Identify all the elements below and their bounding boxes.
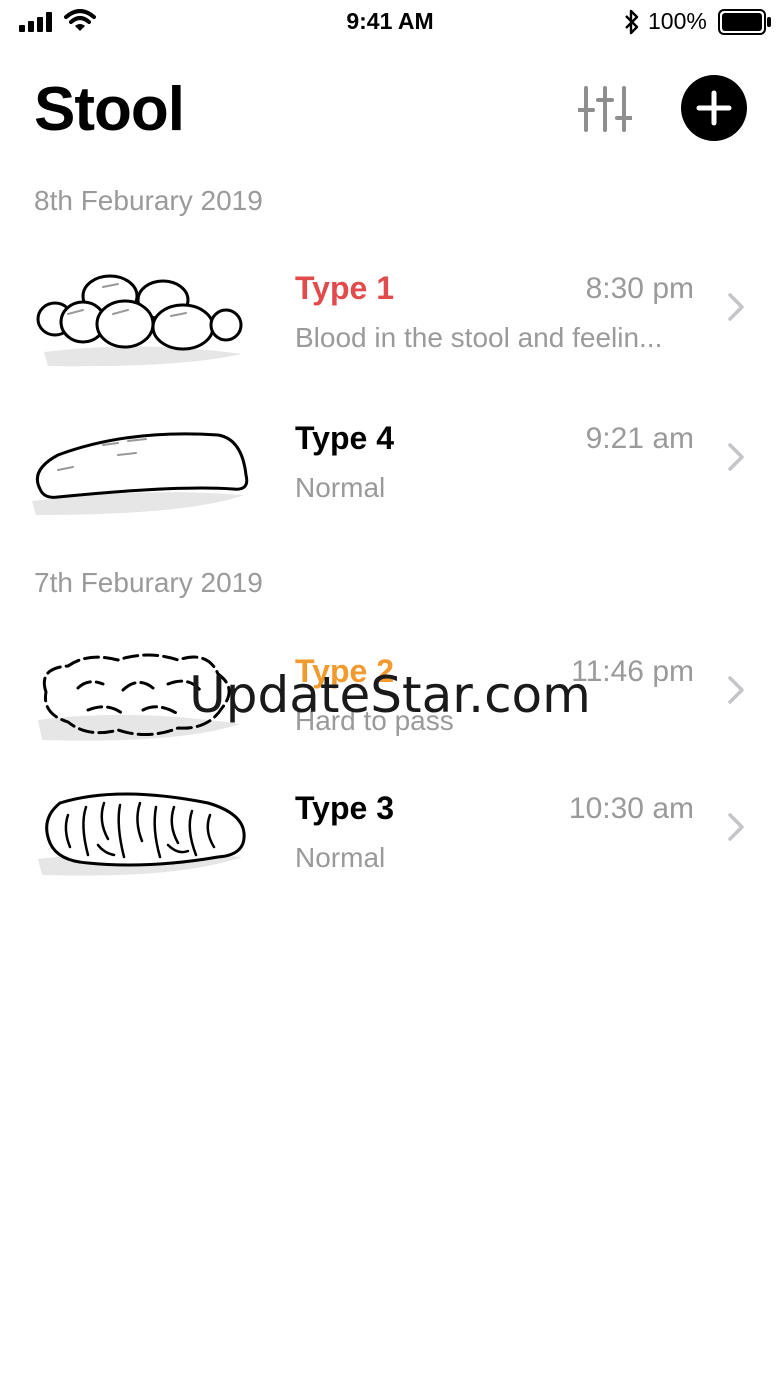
battery-icon: [718, 9, 771, 35]
entry-type-label: Type 3: [295, 790, 394, 826]
stool-entry-row[interactable]: Type 3 10:30 am Normal: [0, 775, 780, 895]
entry-note: Hard to pass: [295, 705, 454, 736]
add-entry-button[interactable]: [681, 75, 747, 141]
plus-icon: [696, 90, 732, 126]
entry-note: Blood in the stool and feelin...: [295, 322, 663, 353]
stool-entry-row[interactable]: Type 2 11:46 pm Hard to pass: [0, 638, 780, 758]
entry-note: Normal: [295, 472, 386, 503]
entry-time: 11:46 pm: [571, 655, 694, 688]
stool-entry-row[interactable]: Type 4 9:21 am Normal: [0, 405, 780, 525]
entry-time: 10:30 am: [568, 792, 694, 825]
stool-entry-row[interactable]: Type 1 8:30 pm Blood in the stool and fe…: [0, 255, 780, 375]
status-bar: 9:41 AM 100%: [0, 0, 780, 46]
entry-type-label: Type 1: [295, 270, 394, 306]
type-1-stool-illustration: [36, 274, 243, 367]
section-date-header: 7th Feburary 2019: [34, 567, 263, 598]
entry-time: 8:30 pm: [585, 272, 694, 305]
filter-sliders-icon[interactable]: [578, 84, 632, 134]
entry-time: 9:21 am: [585, 422, 694, 455]
type-2-stool-illustration: [38, 653, 240, 741]
entry-note: Normal: [295, 842, 386, 873]
entry-type-label: Type 2: [295, 653, 394, 689]
chevron-right-icon: [728, 443, 744, 471]
bluetooth-icon: [625, 9, 639, 35]
chevron-right-icon: [728, 813, 744, 841]
chevron-right-icon: [728, 293, 744, 321]
page-title: Stool: [34, 75, 185, 144]
section-date-header: 8th Feburary 2019: [34, 185, 263, 216]
entry-type-label: Type 4: [295, 420, 394, 456]
type-3-stool-illustration: [38, 792, 246, 876]
chevron-right-icon: [728, 676, 744, 704]
battery-percentage: 100%: [648, 8, 707, 34]
type-4-stool-illustration: [32, 432, 249, 515]
